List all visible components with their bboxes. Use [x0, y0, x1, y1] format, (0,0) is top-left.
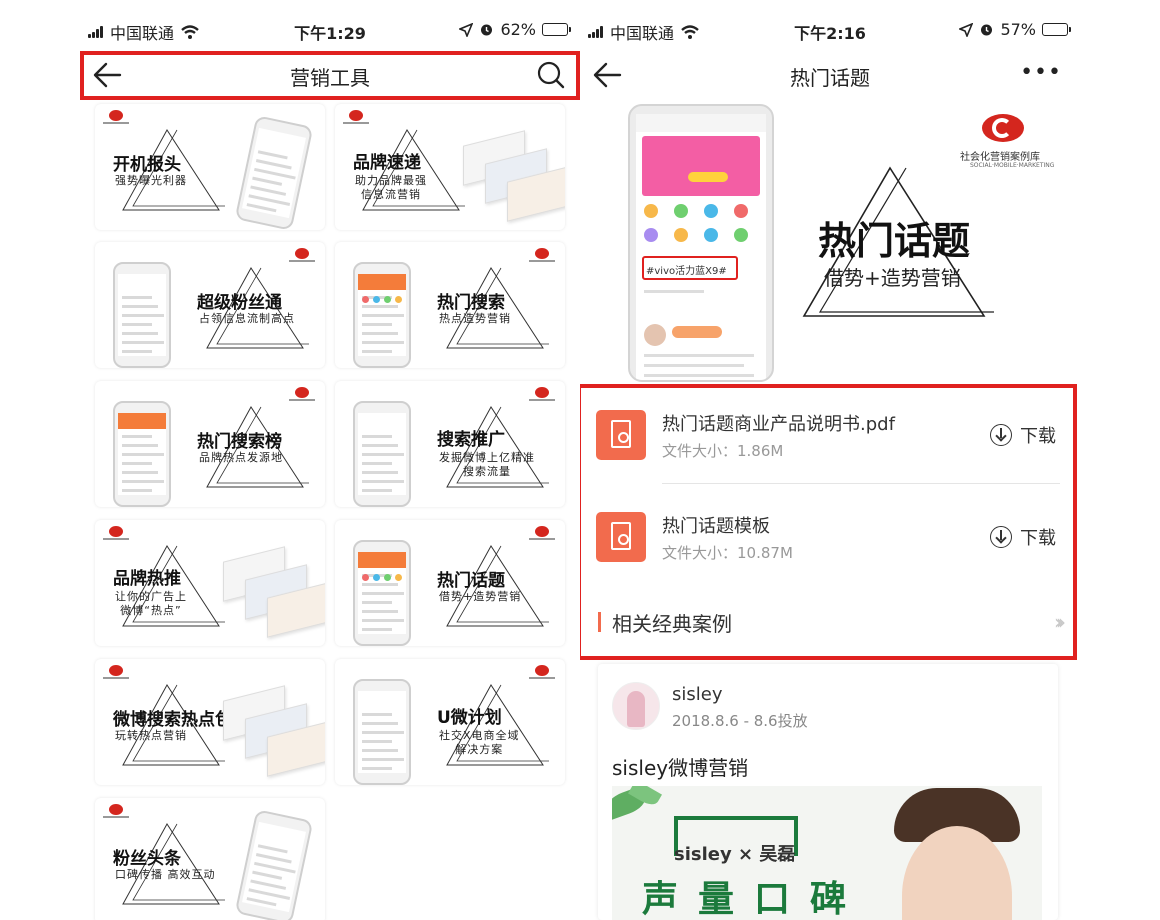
tool-tile-subtitle: 热点造势营销	[439, 312, 511, 325]
tool-tile-title: 开机报头	[113, 155, 181, 175]
tool-tile[interactable]: 品牌热推 让你的广告上 微博“热点”	[95, 520, 325, 646]
phone-mockup	[234, 809, 314, 920]
case-card[interactable]: sisley 2018.8.6 - 8.6投放 sisley微博营销 sisle…	[598, 664, 1058, 920]
brand-logo	[529, 387, 555, 401]
tool-tile[interactable]: 热门搜索 热点造势营销	[335, 242, 565, 368]
tool-tile-subtitle: 让你的广告上 微博“热点”	[115, 590, 187, 617]
tool-tile[interactable]: 粉丝头条 口碑传播 高效互动	[95, 798, 325, 920]
app-icon-dot	[704, 204, 718, 218]
tool-tile[interactable]: 品牌速递 助力品牌最强 信息流营销	[335, 104, 565, 230]
brand-logo	[103, 526, 129, 540]
app-icon-dot	[734, 204, 748, 218]
battery-icon	[542, 23, 571, 36]
page-title: 热门话题	[790, 66, 870, 90]
tool-tile-title: 搜索推广	[437, 430, 505, 450]
brand-logo	[289, 248, 315, 262]
tool-tile-subtitle: 玩转热点营销	[115, 729, 187, 742]
phone-mockup	[353, 540, 411, 646]
tool-tile-subtitle: 助力品牌最强 信息流营销	[355, 174, 427, 201]
avatar	[612, 682, 660, 730]
brand-logo	[529, 526, 555, 540]
tool-tile[interactable]: 开机报头 强势曝光利器	[95, 104, 325, 230]
case-image: sisley × 吴磊 声量口碑	[612, 786, 1042, 920]
app-icon-dot	[734, 228, 748, 242]
tool-tile-subtitle: 发掘微博上亿精准 搜索流量	[439, 451, 535, 478]
tool-tile-title: 微博搜索热点包	[113, 710, 232, 730]
tool-tile-title: U微计划	[437, 708, 502, 728]
alarm-icon	[481, 24, 493, 36]
tool-tile[interactable]: 热门话题 借势+造势营销	[335, 520, 565, 646]
phone-mockup	[353, 679, 411, 785]
alarm-icon	[981, 24, 993, 36]
tool-tile-title: 品牌速递	[353, 153, 421, 173]
tool-tile[interactable]: U微计划 社交X电商全域 解决方案	[335, 659, 565, 785]
tool-tile-title: 超级粉丝通	[197, 293, 282, 313]
banner-subtitle: 借势+造势营销	[824, 266, 961, 290]
highlight-box-files	[580, 384, 1077, 660]
case-username: sisley	[672, 684, 723, 705]
brand-logo	[289, 387, 315, 401]
app-icon-dot	[644, 204, 658, 218]
case-date: 2018.8.6 - 8.6投放	[672, 712, 808, 730]
brand-logo	[968, 114, 1032, 144]
app-icon-dot	[674, 228, 688, 242]
tool-tile-subtitle: 强势曝光利器	[115, 174, 187, 187]
app-icon-dot	[704, 228, 718, 242]
tool-tile-title: 热门话题	[437, 571, 505, 591]
case-title: sisley微博营销	[612, 756, 749, 780]
tool-tile[interactable]: 搜索推广 发掘微博上亿精准 搜索流量	[335, 381, 565, 507]
tool-tile-subtitle: 借势+造势营销	[439, 590, 522, 603]
tool-tile-subtitle: 品牌热点发源地	[199, 451, 283, 464]
brand-logo-text: 社会化营销案例库	[960, 152, 1040, 163]
banner-title: 热门话题	[818, 219, 971, 263]
tool-tile-title: 品牌热推	[113, 569, 181, 589]
tool-tile[interactable]: 微博搜索热点包 玩转热点营销	[95, 659, 325, 785]
battery-percent: 62%	[500, 20, 536, 39]
tool-tile[interactable]: 超级粉丝通 占领信息流制高点	[95, 242, 325, 368]
tool-tile-subtitle: 社交X电商全域 解决方案	[439, 729, 520, 756]
case-image-brand: sisley × 吴磊	[674, 844, 796, 865]
brand-logo	[343, 110, 369, 124]
phone-mockup	[353, 401, 411, 507]
brand-logo	[103, 665, 129, 679]
app-icon-dot	[644, 228, 658, 242]
brand-logo	[529, 248, 555, 262]
phone-mockup	[113, 401, 171, 507]
tool-tile[interactable]: 热门搜索榜 品牌热点发源地	[95, 381, 325, 507]
screen-marketing-tools: 中国联通 下午1:29 62% 营销工具 开机报头 强势曝光利器 品牌速递 助力品牌最…	[80, 0, 580, 920]
brand-logo	[103, 110, 129, 124]
tool-tile-subtitle: 占领信息流制高点	[199, 312, 295, 325]
screen-hot-topic: 中国联通 下午2:16 57% 热门话题 ••• #vivo活力蓝X9# 社会化…	[580, 0, 1080, 920]
case-image-text: 声量口碑	[642, 879, 867, 920]
location-icon	[459, 22, 474, 37]
topic-banner: #vivo活力蓝X9# 社会化营销案例库 SOCIAL·MOBILE·MARKE…	[580, 104, 1080, 382]
tool-tile-title: 热门搜索	[437, 293, 505, 313]
more-icon[interactable]: •••	[1020, 60, 1062, 85]
tool-tile-title: 粉丝头条	[113, 849, 181, 869]
phone-topic-tag: #vivo活力蓝X9#	[646, 266, 727, 277]
tool-tile-subtitle: 口碑传播 高效互动	[115, 868, 216, 881]
nav-bar: 热门话题 •••	[580, 52, 1080, 98]
battery-icon	[1042, 23, 1071, 36]
phone-mockup	[234, 115, 314, 230]
phone-mockup: #vivo活力蓝X9#	[628, 104, 774, 382]
brand-logo	[529, 665, 555, 679]
phone-mockup	[113, 262, 171, 368]
phone-mockup	[353, 262, 411, 368]
brand-logo	[103, 804, 129, 818]
app-icon-dot	[674, 204, 688, 218]
highlight-box-nav	[80, 51, 580, 100]
battery-percent: 57%	[1000, 20, 1036, 39]
tool-tile-title: 热门搜索榜	[197, 432, 282, 452]
location-icon	[959, 22, 974, 37]
